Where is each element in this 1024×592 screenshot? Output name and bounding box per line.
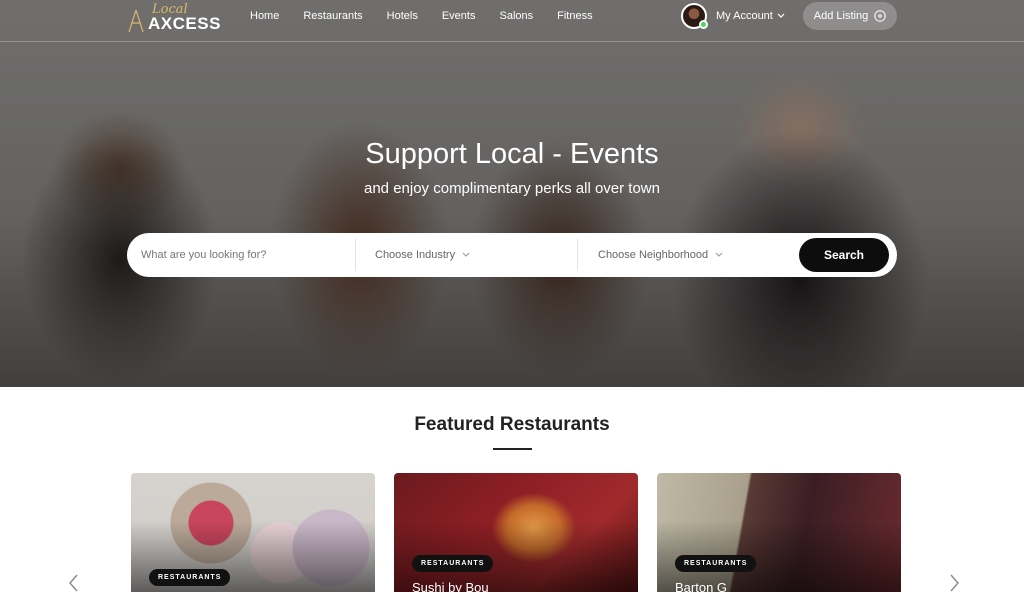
neighborhood-select[interactable]: Choose Neighborhood [598, 233, 723, 277]
restaurant-card[interactable]: RESTAURANTS [131, 473, 375, 592]
online-status-dot [699, 20, 708, 29]
industry-select-label: Choose Industry [375, 249, 456, 261]
restaurant-card[interactable]: RESTAURANTS Sushi by Bou [394, 473, 638, 592]
search-divider [577, 239, 578, 271]
logo-mark-icon [128, 9, 144, 33]
search-input[interactable] [141, 233, 351, 277]
hero-title: Support Local - Events [365, 138, 659, 170]
account-label[interactable]: My Account [716, 10, 773, 22]
section-underline [493, 448, 532, 450]
restaurant-name[interactable]: Barton G [675, 580, 727, 592]
plus-circle-icon [874, 10, 886, 22]
logo-main-text: AXCESS [148, 14, 221, 33]
nav-link-hotels[interactable]: Hotels [387, 10, 418, 22]
chevron-down-icon [715, 252, 723, 257]
search-button[interactable]: Search [799, 238, 889, 272]
restaurant-card[interactable]: RESTAURANTS Barton G [657, 473, 901, 592]
neighborhood-select-label: Choose Neighborhood [598, 249, 709, 261]
restaurant-name[interactable]: Sushi by Bou [412, 580, 489, 592]
site-logo[interactable]: Local AXCESS [126, 2, 226, 36]
nav-link-events[interactable]: Events [442, 10, 476, 22]
chevron-down-icon [777, 13, 785, 18]
avatar[interactable] [681, 3, 708, 29]
nav-link-fitness[interactable]: Fitness [557, 10, 592, 22]
hero-banner: Local AXCESS Home Restaurants Hotels Eve… [0, 0, 1024, 387]
category-badge: RESTAURANTS [412, 555, 494, 572]
top-navigation: Local AXCESS Home Restaurants Hotels Eve… [0, 0, 1024, 42]
add-listing-button[interactable]: Add Listing [803, 2, 897, 30]
chevron-down-icon [462, 252, 470, 257]
carousel-prev-icon[interactable] [66, 574, 82, 592]
card-shade [657, 473, 901, 592]
card-shade [394, 473, 638, 592]
category-badge: RESTAURANTS [675, 555, 757, 572]
account-menu[interactable]: My Account [681, 3, 785, 29]
nav-link-restaurants[interactable]: Restaurants [303, 10, 362, 22]
nav-links: Home Restaurants Hotels Events Salons Fi… [250, 10, 617, 22]
nav-link-salons[interactable]: Salons [499, 10, 533, 22]
industry-select[interactable]: Choose Industry [375, 233, 470, 277]
hero-subtitle: and enjoy complimentary perks all over t… [364, 180, 660, 197]
featured-section-title: Featured Restaurants [414, 414, 610, 435]
carousel-next-icon[interactable] [946, 574, 962, 592]
search-divider [355, 239, 356, 271]
add-listing-label: Add Listing [813, 10, 869, 22]
category-badge: RESTAURANTS [149, 569, 231, 586]
search-bar: Choose Industry Choose Neighborhood Sear… [127, 233, 897, 277]
nav-link-home[interactable]: Home [250, 10, 279, 22]
